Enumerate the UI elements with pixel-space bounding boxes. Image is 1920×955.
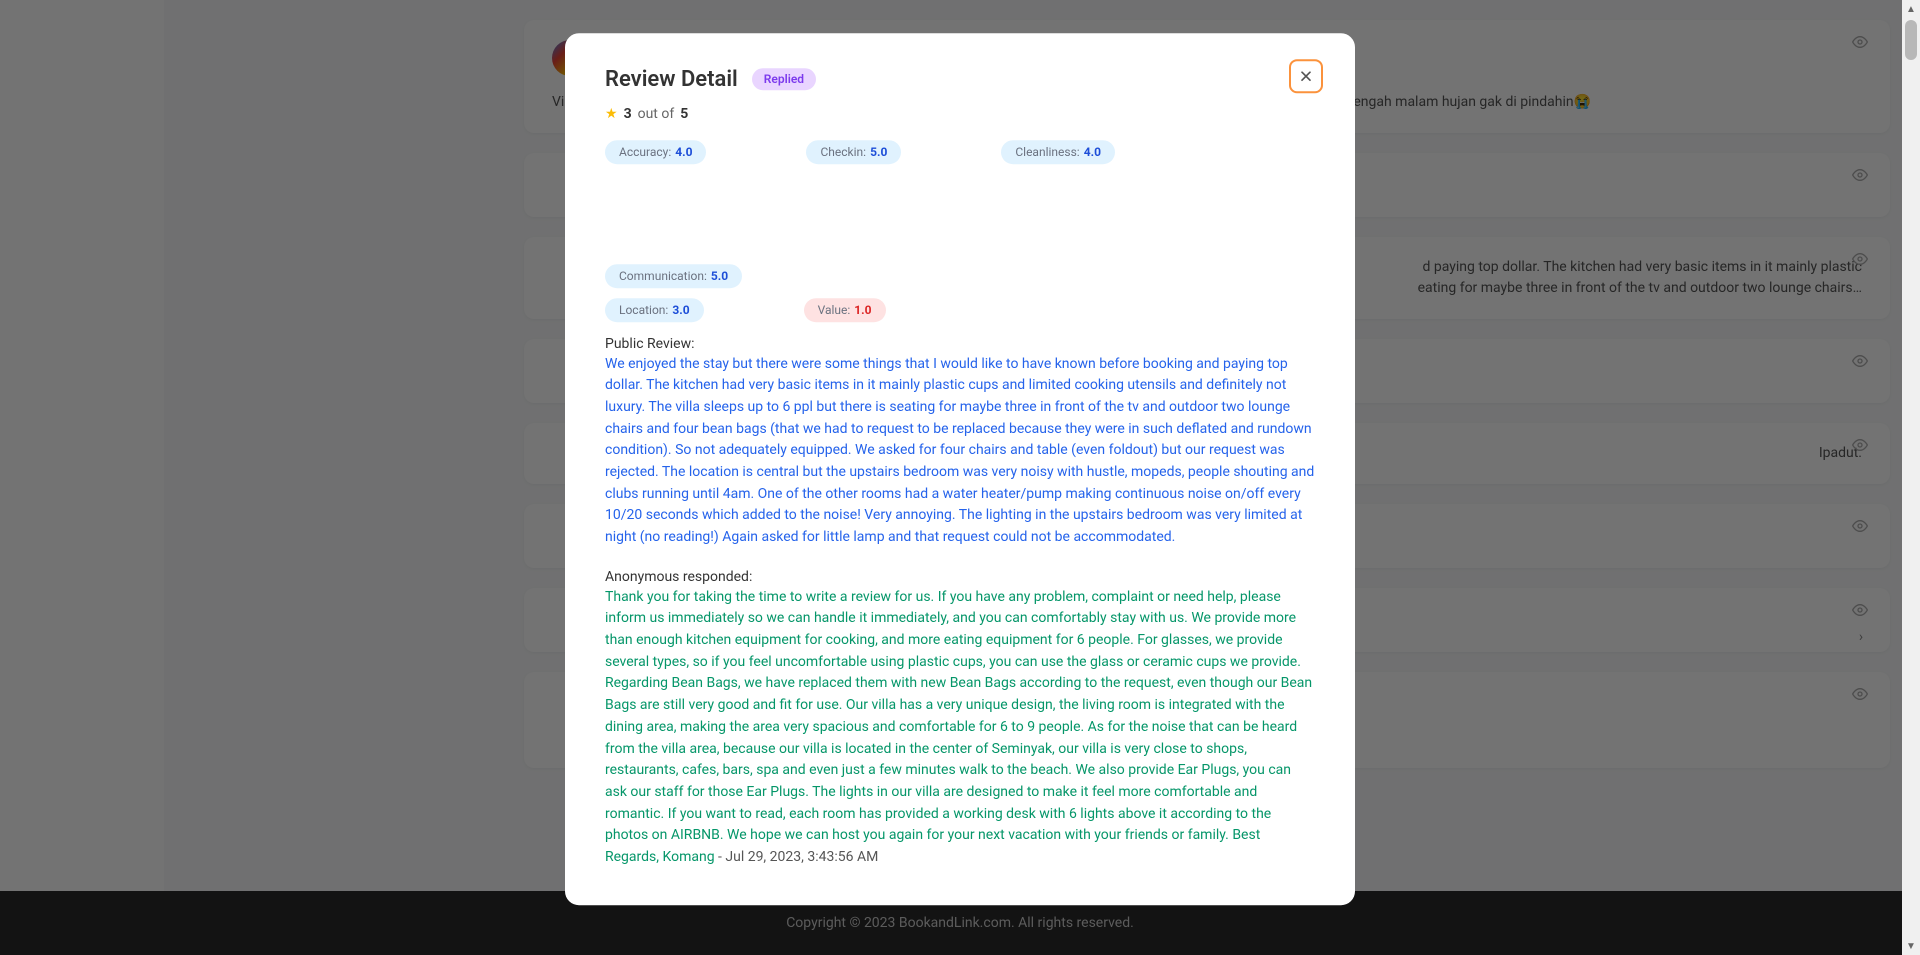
- scores-row: Location: 3.0 Value: 1.0: [605, 298, 1315, 322]
- scroll-up-icon[interactable]: ▲: [1902, 0, 1920, 18]
- close-button[interactable]: [1289, 59, 1323, 93]
- modal-title: Review Detail: [605, 67, 738, 92]
- response-body: Thank you for taking the time to write a…: [605, 587, 1315, 869]
- review-detail-modal: Review Detail Replied ★ 3 out of 5 Accur…: [565, 33, 1355, 905]
- public-review-label: Public Review:: [605, 336, 1315, 352]
- score-badge: Communication: 5.0: [605, 264, 742, 288]
- scroll-down-icon[interactable]: ▼: [1902, 937, 1920, 955]
- public-review-body: We enjoyed the stay but there were some …: [605, 354, 1315, 549]
- scroll-thumb[interactable]: [1905, 20, 1917, 60]
- score-badge: Cleanliness: 4.0: [1001, 140, 1115, 164]
- replied-badge: Replied: [752, 68, 816, 90]
- score-badge: Value: 1.0: [804, 298, 886, 322]
- score-badge: Accuracy: 4.0: [605, 140, 706, 164]
- close-icon: [1298, 68, 1314, 84]
- score-badge: Checkin: 5.0: [806, 140, 901, 164]
- overall-rating: ★ 3 out of 5: [605, 106, 1315, 122]
- score-badge: Location: 3.0: [605, 298, 704, 322]
- star-icon: ★: [605, 106, 618, 122]
- responded-label: Anonymous responded:: [605, 569, 1315, 585]
- scrollbar[interactable]: ▲ ▼: [1902, 0, 1920, 955]
- scores-row: Accuracy: 4.0 Checkin: 5.0 Cleanliness: 4.…: [605, 140, 1315, 288]
